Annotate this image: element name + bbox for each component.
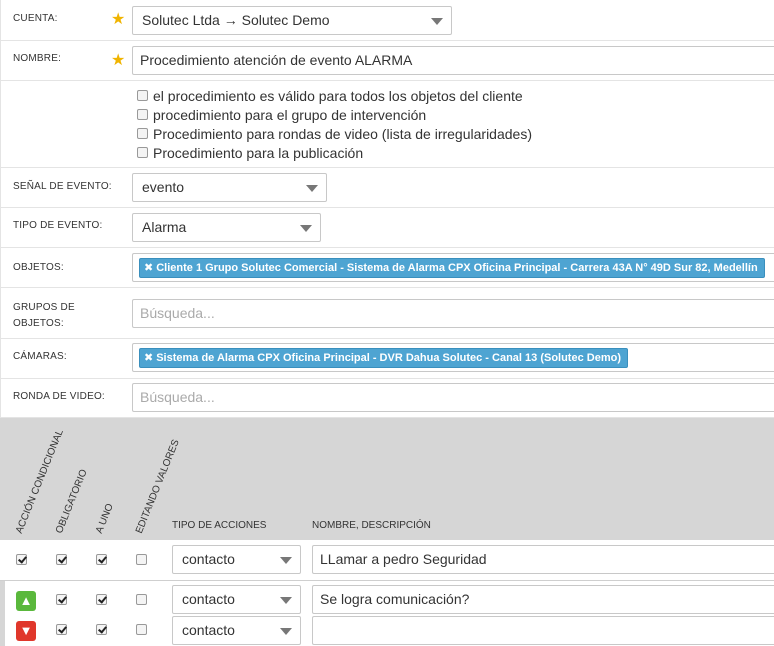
option-video-rounds[interactable]: Procedimiento para rondas de video (list… [137, 125, 532, 144]
tipo-value: Alarma [142, 219, 187, 235]
option-checkbox[interactable] [137, 90, 148, 102]
cuenta-label: CUENTA: [13, 13, 58, 24]
option-intervention-group[interactable]: procedimiento para el grupo de intervenc… [137, 106, 426, 125]
option-checkbox[interactable] [137, 128, 148, 140]
option-label: Procedimiento para rondas de video (list… [153, 126, 532, 142]
objetos-row: OBJETOS: ✖ Cliente 1 Grupo Solutec Comerc… [0, 248, 774, 288]
tipo-accion-select[interactable]: contacto [172, 545, 301, 574]
tipo-accion-value: contacto [182, 622, 235, 638]
header-tipo-acciones: TIPO DE ACCIONES [172, 520, 267, 531]
option-checkbox[interactable] [137, 147, 148, 159]
ronda-row: RONDA DE VIDEO: Búsqueda... [0, 379, 774, 418]
option-all-objects[interactable]: el procedimiento es válido para todos lo… [137, 87, 523, 106]
table-row: ▲ contacto Se logra comunicación? [0, 584, 774, 616]
option-label: el procedimiento es válido para todos lo… [153, 88, 523, 104]
cuenta-row: CUENTA: ★ Solutec Ltda → Solutec Demo [0, 0, 774, 41]
obligatorio-checkbox[interactable] [56, 554, 67, 565]
table-row: contacto LLamar a pedro Seguridad [0, 540, 774, 580]
camara-tag-label: Sistema de Alarma CPX Oficina Principal … [156, 352, 621, 364]
objetos-input[interactable]: ✖ Cliente 1 Grupo Solutec Comercial - Sis… [132, 253, 774, 282]
required-star-icon: ★ [111, 11, 126, 28]
accion-nombre-value: Se logra comunicación? [320, 591, 470, 607]
tipo-accion-select[interactable]: contacto [172, 585, 301, 614]
nombre-value: Procedimiento atención de evento ALARMA [140, 52, 413, 68]
tipo-select[interactable]: Alarma [132, 213, 321, 242]
remove-icon[interactable]: ✖ [144, 262, 153, 274]
senal-select[interactable]: evento [132, 173, 327, 202]
required-star-icon: ★ [111, 52, 126, 69]
senal-row: SEÑAL DE EVENTO: evento [0, 168, 774, 208]
tipo-accion-value: contacto [182, 591, 235, 607]
header-nombre-descripcion: NOMBRE, DESCRIPCIÓN [312, 520, 431, 531]
row-divider [0, 580, 774, 581]
cuenta-select[interactable]: Solutec Ltda → Solutec Demo [132, 6, 452, 35]
chevron-down-icon [280, 557, 292, 564]
ronda-label: RONDA DE VIDEO: [13, 391, 105, 402]
ronda-input[interactable]: Búsqueda... [132, 383, 774, 412]
objetos-label: OBJETOS: [13, 262, 64, 273]
thumb-up-icon[interactable]: ▲ [16, 591, 36, 611]
camara-tag[interactable]: ✖ Sistema de Alarma CPX Oficina Principal… [139, 348, 628, 368]
chevron-down-icon [431, 18, 443, 25]
camaras-input[interactable]: ✖ Sistema de Alarma CPX Oficina Principal… [132, 343, 774, 372]
ronda-placeholder: Búsqueda... [140, 389, 215, 405]
nombre-input[interactable]: Procedimiento atención de evento ALARMA [132, 46, 774, 75]
chevron-down-icon [300, 225, 312, 232]
actions-table: ACCIÓN CONDICIONAL OBLIGATORIO A UNO EDI… [0, 418, 774, 646]
senal-value: evento [142, 179, 185, 195]
accion-nombre-input[interactable] [312, 616, 774, 645]
obligatorio-checkbox[interactable] [56, 594, 67, 605]
tipo-accion-value: contacto [182, 551, 235, 567]
accion-nombre-input[interactable]: Se logra comunicación? [312, 585, 774, 614]
remove-icon[interactable]: ✖ [144, 352, 153, 364]
table-row: ▼ contacto [0, 615, 774, 646]
a-uno-checkbox[interactable] [96, 594, 107, 605]
thumb-down-icon[interactable]: ▼ [16, 621, 36, 641]
senal-label: SEÑAL DE EVENTO: [13, 181, 112, 192]
option-label: Procedimiento para la publicación [153, 145, 364, 161]
accion-condicional-checkbox[interactable] [16, 554, 27, 565]
option-checkbox[interactable] [137, 109, 148, 121]
option-publication[interactable]: Procedimiento para la publicación [137, 144, 363, 163]
accion-nombre-value: LLamar a pedro Seguridad [320, 551, 487, 567]
nombre-row: NOMBRE: ★ Procedimiento atención de even… [0, 41, 774, 81]
editando-valores-checkbox[interactable] [136, 624, 147, 635]
actions-table-header: ACCIÓN CONDICIONAL OBLIGATORIO A UNO EDI… [0, 418, 774, 540]
chevron-down-icon [280, 628, 292, 635]
a-uno-checkbox[interactable] [96, 554, 107, 565]
objeto-tag-label: Cliente 1 Grupo Solutec Comercial - Sist… [156, 262, 758, 274]
header-obligatorio: OBLIGATORIO [54, 467, 90, 536]
camaras-row: CÁMARAS: ✖ Sistema de Alarma CPX Oficina … [0, 339, 774, 379]
tipo-label: TIPO DE EVENTO: [13, 220, 103, 231]
chevron-down-icon [280, 597, 292, 604]
grupos-input[interactable]: Búsqueda... [132, 299, 774, 328]
grupos-placeholder: Búsqueda... [140, 305, 215, 321]
tipo-accion-select[interactable]: contacto [172, 616, 301, 645]
grupos-row: GRUPOS DE OBJETOS: Búsqueda... [0, 288, 774, 339]
editando-valores-checkbox[interactable] [136, 554, 147, 565]
accion-nombre-input[interactable]: LLamar a pedro Seguridad [312, 545, 774, 574]
options-row: el procedimiento es válido para todos lo… [0, 81, 774, 168]
grupos-label-line2: OBJETOS: [13, 318, 64, 329]
camaras-label: CÁMARAS: [13, 351, 67, 362]
objeto-tag[interactable]: ✖ Cliente 1 Grupo Solutec Comercial - Sis… [139, 258, 765, 278]
tipo-row: TIPO DE EVENTO: Alarma [0, 208, 774, 248]
cuenta-value: Solutec Ltda → Solutec Demo [142, 12, 330, 28]
a-uno-checkbox[interactable] [96, 624, 107, 635]
chevron-down-icon [306, 185, 318, 192]
option-label: procedimiento para el grupo de intervenc… [153, 107, 427, 123]
grupos-label-line1: GRUPOS DE [13, 302, 75, 313]
header-a-uno: A UNO [94, 502, 116, 536]
obligatorio-checkbox[interactable] [56, 624, 67, 635]
nombre-label: NOMBRE: [13, 53, 62, 64]
editando-valores-checkbox[interactable] [136, 594, 147, 605]
